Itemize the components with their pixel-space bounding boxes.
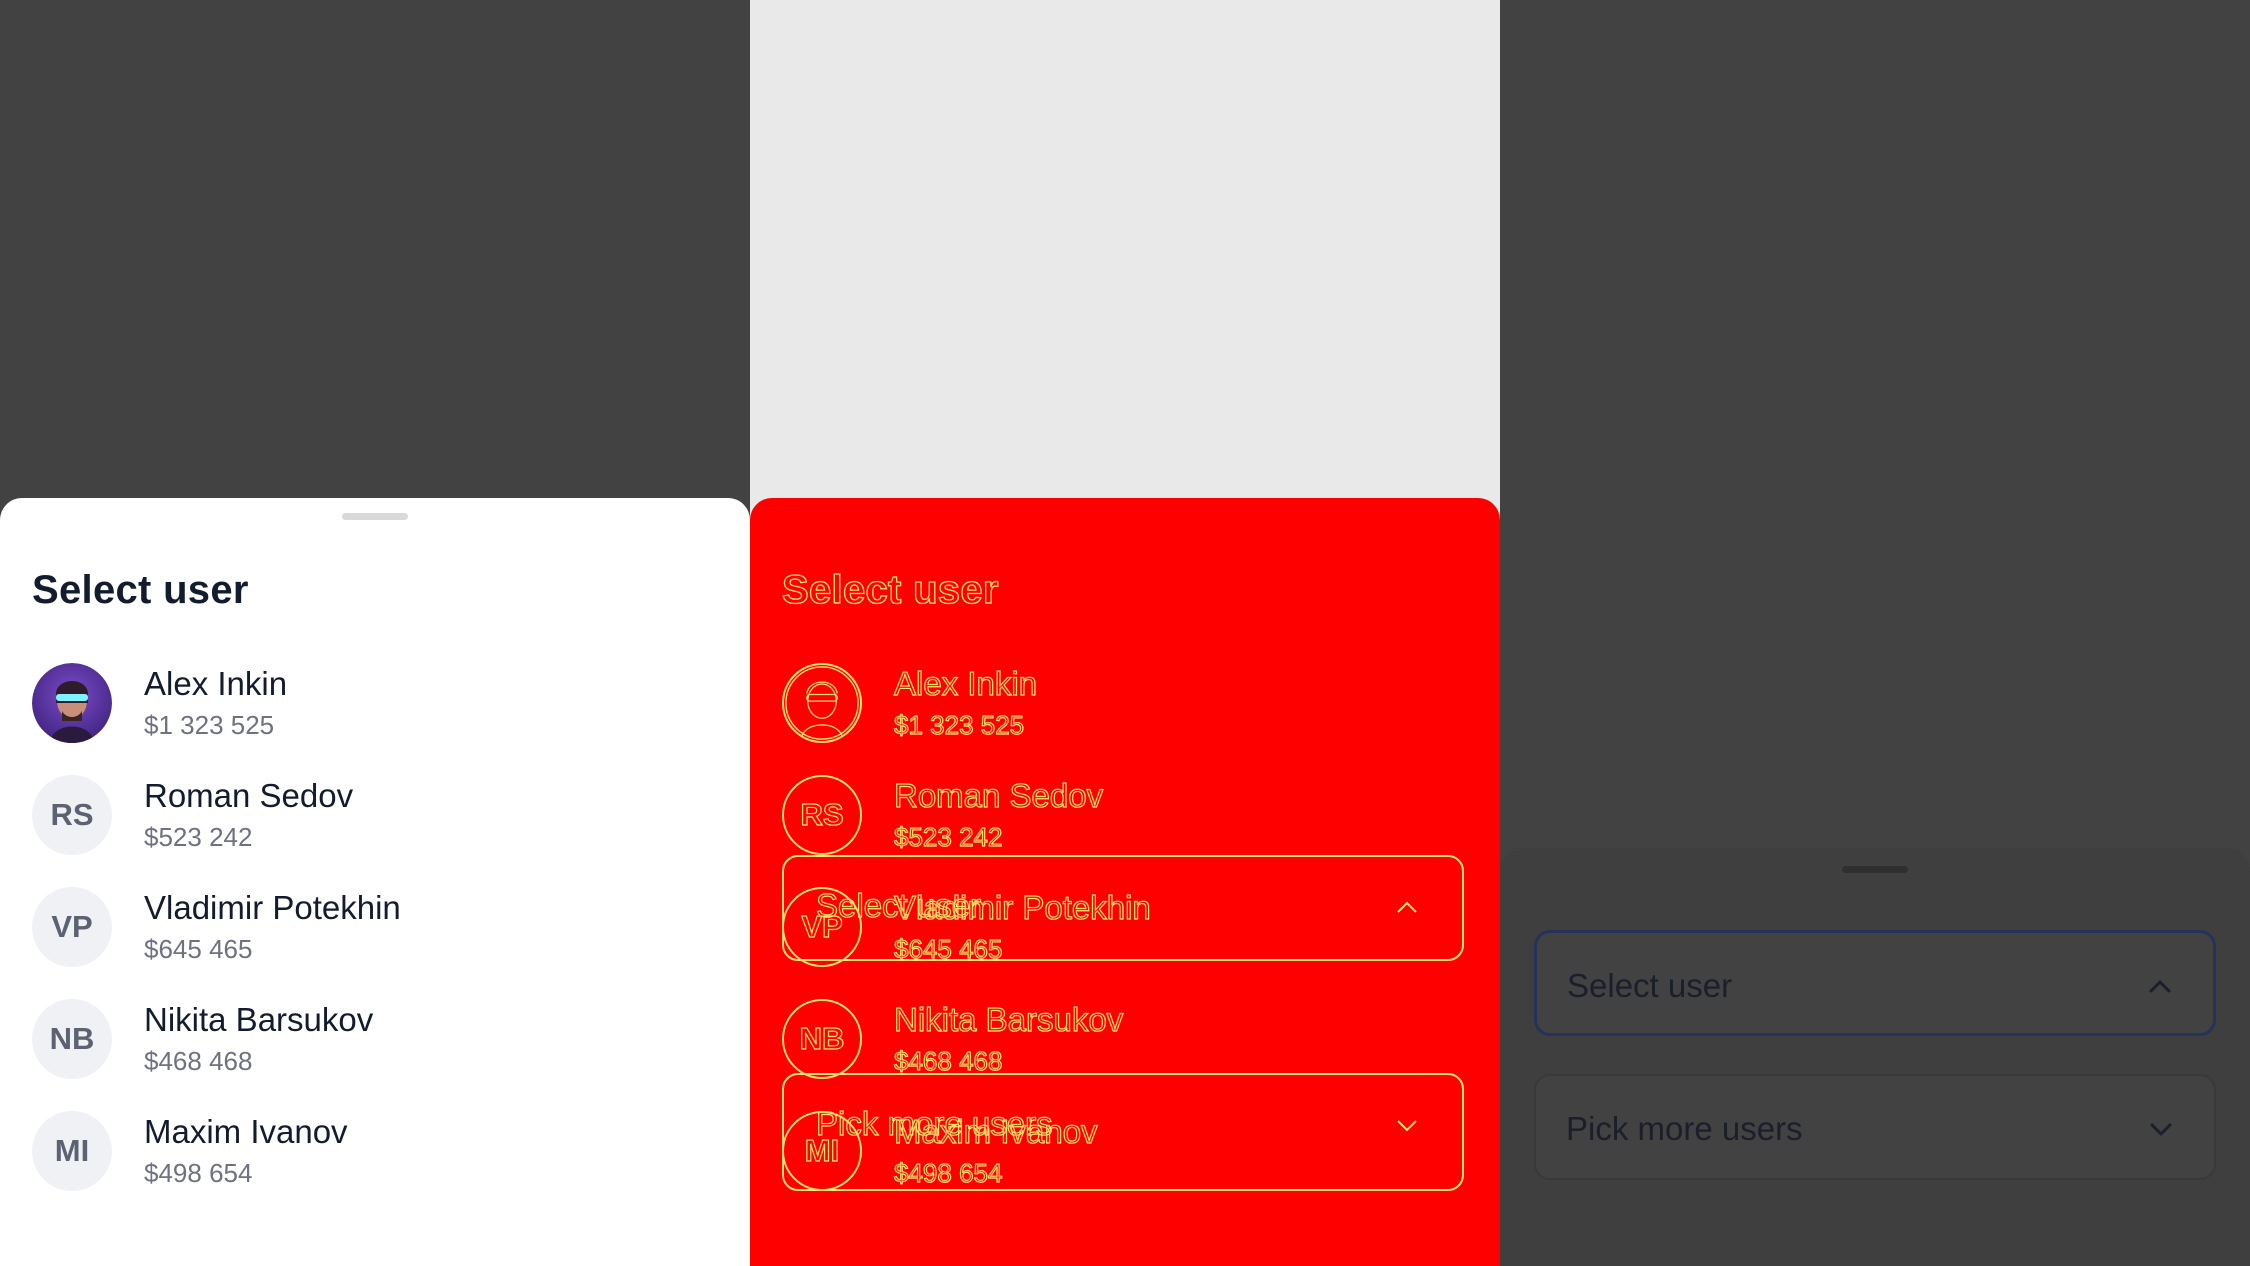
sheet-drag-handle[interactable] bbox=[342, 513, 408, 520]
avatar-initials: RS bbox=[32, 775, 112, 855]
user-name: Maxim Ivanov bbox=[144, 1113, 348, 1150]
user-option[interactable]: MI Maxim Ivanov $498 654 bbox=[32, 1111, 722, 1191]
user-amount: $468 468 bbox=[144, 1046, 253, 1076]
avatar-initials: RS bbox=[782, 775, 862, 855]
user-amount: $1 323 525 bbox=[893, 709, 1025, 740]
bottom-sheet: Select user Alex Inkin $1 323 525 RS Rom… bbox=[0, 498, 750, 1266]
avatar-initials: MI bbox=[32, 1111, 112, 1191]
user-list: Alex Inkin $1 323 525 RS Roman Sedov $52… bbox=[32, 663, 722, 1223]
user-option[interactable]: Alex Inkin $1 323 525 bbox=[782, 663, 1472, 743]
user-name: Roman Sedov bbox=[893, 776, 1104, 814]
sheet-title: Select user bbox=[781, 567, 999, 612]
form-sheet: Select user Pick more users bbox=[1500, 848, 2250, 1266]
ghost-select-field: Select user bbox=[782, 855, 1464, 961]
user-name: Nikita Barsukov bbox=[144, 1001, 374, 1038]
select-user-label: Select user bbox=[1567, 967, 1733, 1004]
chevron-up-icon[interactable] bbox=[2147, 977, 2173, 995]
avatar-photo bbox=[32, 663, 112, 743]
user-name: Alex Inkin bbox=[144, 665, 288, 702]
ghost-multi-label: Pick more users bbox=[815, 1104, 1053, 1142]
user-amount: $1 323 525 bbox=[144, 710, 275, 740]
user-option[interactable]: Alex Inkin $1 323 525 bbox=[32, 663, 722, 743]
user-option[interactable]: RS Roman Sedov $523 242 bbox=[782, 775, 1472, 855]
user-amount: $523 242 bbox=[893, 821, 1003, 852]
select-user-field[interactable]: Select user bbox=[1534, 930, 2216, 1036]
user-name: Roman Sedov bbox=[144, 777, 354, 814]
pick-more-users-field[interactable]: Pick more users bbox=[1534, 1074, 2216, 1180]
avatar-initials: VP bbox=[32, 887, 112, 967]
left-panel: Select user Alex Inkin $1 323 525 RS Rom… bbox=[0, 0, 750, 1266]
user-name: Vladimir Potekhin bbox=[144, 889, 401, 926]
right-panel: Select user Pick more users bbox=[1500, 0, 2250, 1266]
avatar-photo bbox=[782, 663, 862, 743]
sheet-title: Select user bbox=[32, 568, 249, 612]
user-option[interactable]: VP Vladimir Potekhin $645 465 bbox=[32, 887, 722, 967]
user-amount: $645 465 bbox=[144, 934, 253, 964]
user-option[interactable]: NB Nikita Barsukov $468 468 bbox=[782, 999, 1472, 1079]
avatar-initials: NB bbox=[32, 999, 112, 1079]
user-amount: $523 242 bbox=[144, 822, 253, 852]
ghost-multi-field: Pick more users bbox=[782, 1073, 1464, 1191]
chevron-down-icon[interactable] bbox=[2148, 1120, 2174, 1138]
middle-panel: Select user Alex Inkin $1 323 525 RS Rom… bbox=[750, 0, 1500, 1266]
sheet-drag-handle[interactable] bbox=[1842, 866, 1908, 873]
avatar-photo-outline bbox=[785, 666, 859, 740]
user-option[interactable]: NB Nikita Barsukov $468 468 bbox=[32, 999, 722, 1079]
user-name: Nikita Barsukov bbox=[893, 1000, 1124, 1038]
user-amount: $498 654 bbox=[144, 1158, 253, 1188]
user-option[interactable]: RS Roman Sedov $523 242 bbox=[32, 775, 722, 855]
pick-more-users-label: Pick more users bbox=[1566, 1110, 1803, 1147]
avatar-photo-image bbox=[32, 663, 112, 743]
chevron-down-icon bbox=[1397, 1120, 1417, 1132]
ghost-select-label: Select user bbox=[815, 886, 982, 924]
user-name: Alex Inkin bbox=[893, 664, 1038, 702]
chevron-up-icon bbox=[1397, 901, 1417, 913]
avatar-initials: NB bbox=[782, 999, 862, 1079]
